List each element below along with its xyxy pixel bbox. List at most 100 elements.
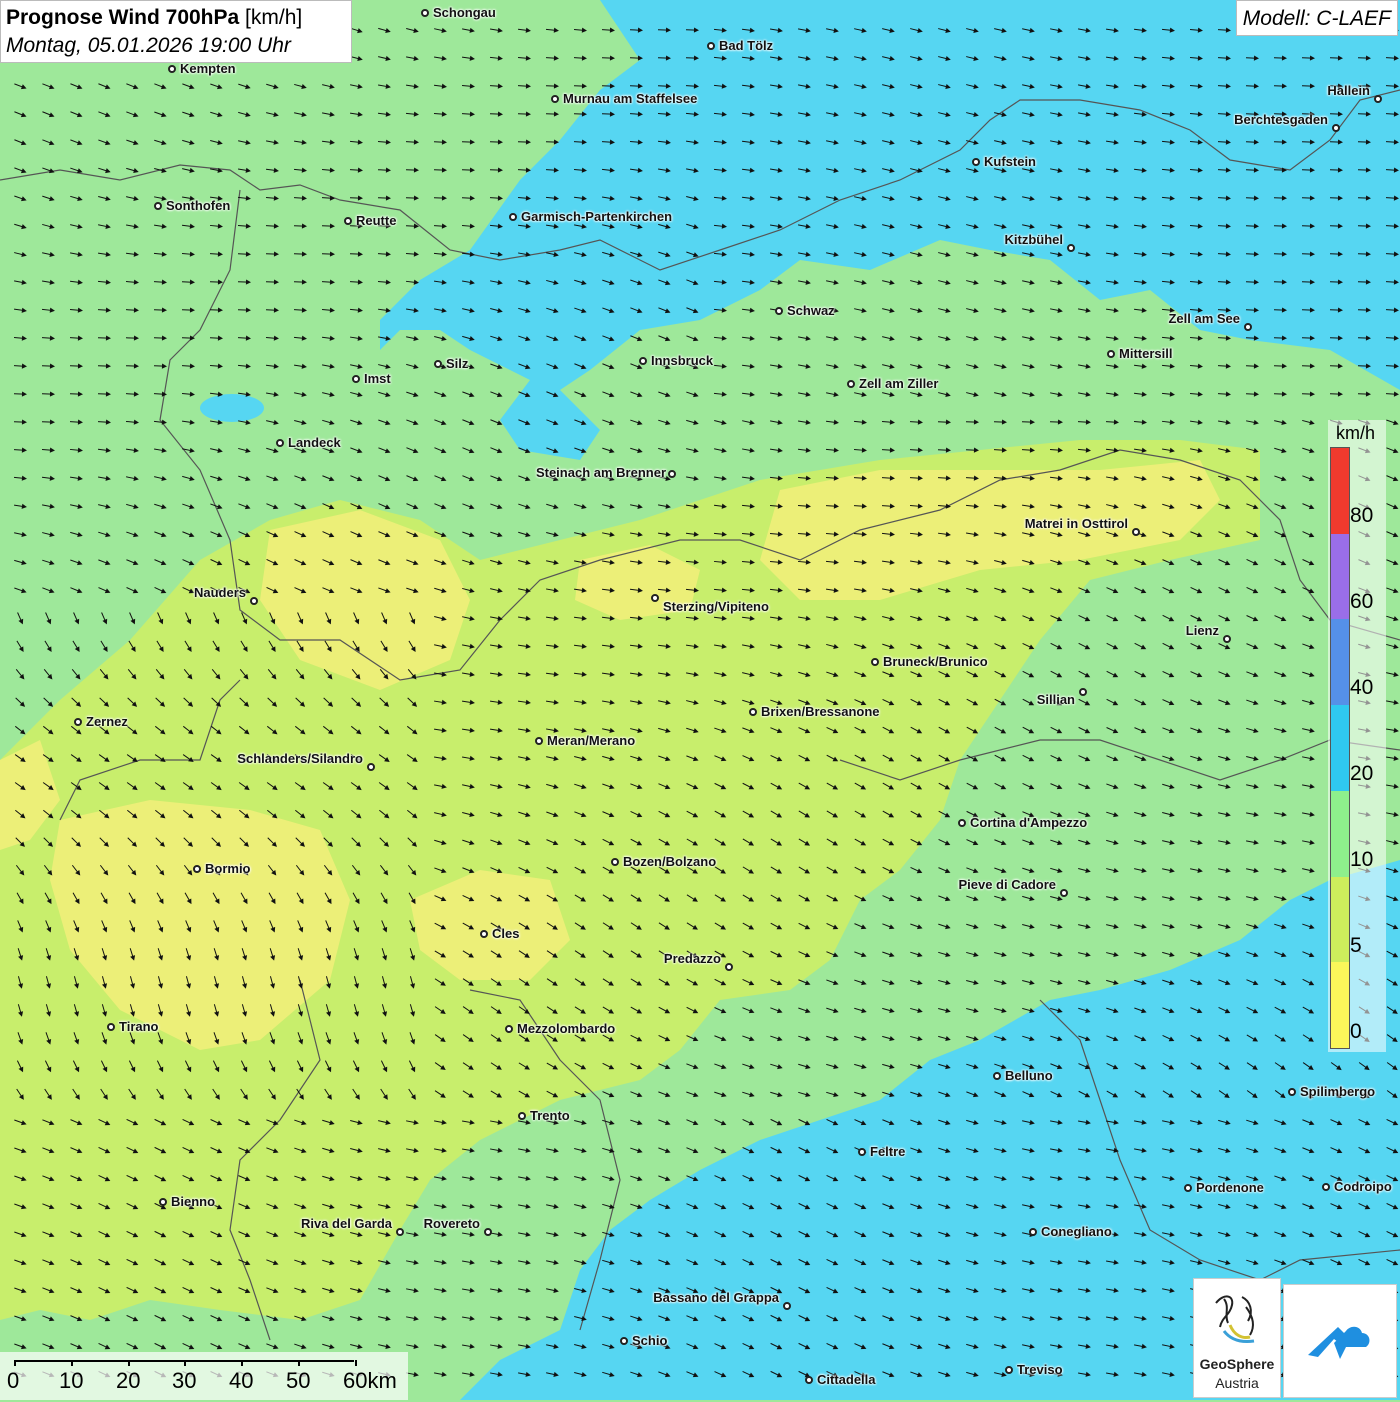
geosphere-emblem-icon [1194, 1281, 1280, 1357]
city-marker-icon[interactable] [1005, 1366, 1013, 1374]
map-title-main: Prognose Wind 700hPa [6, 6, 239, 29]
city-marker-icon[interactable] [551, 95, 559, 103]
city-marker-icon[interactable] [168, 65, 176, 73]
city-marker-icon[interactable] [749, 708, 757, 716]
city-label: Zell am Ziller [859, 376, 938, 391]
city-marker-icon[interactable] [367, 763, 375, 771]
city-label: Innsbruck [651, 353, 713, 368]
city-marker-icon[interactable] [344, 217, 352, 225]
city-label: Bormio [205, 861, 251, 876]
city-marker-icon[interactable] [352, 375, 360, 383]
city-marker-icon[interactable] [535, 737, 543, 745]
city-label: Hallein [1327, 83, 1370, 98]
city-marker-icon[interactable] [505, 1025, 513, 1033]
city-marker-icon[interactable] [1060, 889, 1068, 897]
city-label: Schio [632, 1333, 667, 1348]
city-marker-icon[interactable] [871, 658, 879, 666]
city-marker-icon[interactable] [518, 1112, 526, 1120]
city-marker-icon[interactable] [620, 1337, 628, 1345]
city-label: Sonthofen [166, 198, 230, 213]
city-marker-icon[interactable] [805, 1376, 813, 1384]
city-label: Bruneck/Brunico [883, 654, 988, 669]
city-label: Matrei in Osttirol [1025, 516, 1128, 531]
city-marker-icon[interactable] [1132, 528, 1140, 536]
scale-label: 30 [172, 1368, 196, 1394]
city-marker-icon[interactable] [480, 930, 488, 938]
city-marker-icon[interactable] [484, 1228, 492, 1236]
city-label: Brixen/Bressanone [761, 704, 880, 719]
city-label: Riva del Garda [301, 1216, 392, 1231]
city-marker-icon[interactable] [725, 963, 733, 971]
legend-tick-label: 40 [1350, 676, 1373, 700]
city-marker-icon[interactable] [707, 42, 715, 50]
city-marker-icon[interactable] [1067, 244, 1075, 252]
city-label: Cittadella [817, 1372, 876, 1387]
scale-label: 10 [59, 1368, 83, 1394]
city-marker-icon[interactable] [639, 357, 647, 365]
scale-tick [71, 1360, 73, 1366]
city-label: Bozen/Bolzano [623, 854, 716, 869]
city-marker-icon[interactable] [154, 202, 162, 210]
city-marker-icon[interactable] [651, 594, 659, 602]
scale-tick [14, 1360, 16, 1366]
city-marker-icon[interactable] [1079, 688, 1087, 696]
city-marker-icon[interactable] [434, 360, 442, 368]
city-marker-icon[interactable] [509, 213, 517, 221]
city-marker-icon[interactable] [668, 470, 676, 478]
city-label: Kufstein [984, 154, 1036, 169]
legend-swatch [1331, 705, 1349, 791]
city-marker-icon[interactable] [958, 819, 966, 827]
legend-swatch [1331, 877, 1349, 963]
city-label: Cles [492, 926, 519, 941]
city-marker-icon[interactable] [1322, 1183, 1330, 1191]
city-marker-icon[interactable] [276, 439, 284, 447]
logo-text-austria: Austria [1194, 1375, 1280, 1391]
city-marker-icon[interactable] [1107, 350, 1115, 358]
city-marker-icon[interactable] [611, 858, 619, 866]
city-label: Berchtesgaden [1234, 112, 1328, 127]
legend-tick-label: 20 [1350, 762, 1373, 786]
city-label: Codroipo [1334, 1179, 1392, 1194]
city-label: Predazzo [664, 951, 721, 966]
model-label: Modell: C-LAEF [1236, 0, 1398, 36]
city-label: Schwaz [787, 303, 835, 318]
city-marker-icon[interactable] [421, 9, 429, 17]
geosphere-logo[interactable]: GeoSphere Austria [1193, 1278, 1281, 1398]
map-title-unit: [km/h] [245, 6, 302, 29]
app-logo[interactable] [1283, 1284, 1397, 1398]
city-marker-icon[interactable] [396, 1228, 404, 1236]
city-label: Treviso [1017, 1362, 1063, 1377]
city-marker-icon[interactable] [1288, 1088, 1296, 1096]
city-label: Bassano del Grappa [653, 1290, 779, 1305]
city-marker-icon[interactable] [775, 307, 783, 315]
city-marker-icon[interactable] [1029, 1228, 1037, 1236]
city-marker-icon[interactable] [74, 718, 82, 726]
city-marker-icon[interactable] [159, 1198, 167, 1206]
city-label: Spilimbergo [1300, 1084, 1375, 1099]
city-marker-icon[interactable] [1244, 323, 1252, 331]
city-label: Tirano [119, 1019, 159, 1034]
city-label: Schlanders/Silandro [237, 751, 363, 766]
scale-bar: 0102030405060km [0, 1352, 408, 1400]
scale-tick [128, 1360, 130, 1366]
city-marker-icon[interactable] [972, 158, 980, 166]
city-label: Reutte [356, 213, 396, 228]
city-marker-icon[interactable] [107, 1023, 115, 1031]
scale-tick [184, 1360, 186, 1366]
city-marker-icon[interactable] [783, 1302, 791, 1310]
city-marker-icon[interactable] [993, 1072, 1001, 1080]
fresh-wind-patch-west [200, 394, 264, 422]
city-marker-icon[interactable] [250, 597, 258, 605]
legend-tick-label: 10 [1350, 848, 1373, 872]
city-marker-icon[interactable] [1184, 1184, 1192, 1192]
city-marker-icon[interactable] [1223, 635, 1231, 643]
legend-tick-label: 60 [1350, 590, 1373, 614]
city-marker-icon[interactable] [847, 380, 855, 388]
legend-swatch [1331, 534, 1349, 620]
title-box: Prognose Wind 700hPa [km/h] Montag, 05.0… [0, 0, 352, 63]
city-label: Kitzbühel [1005, 232, 1064, 247]
city-marker-icon[interactable] [193, 865, 201, 873]
city-marker-icon[interactable] [1374, 95, 1382, 103]
city-marker-icon[interactable] [858, 1148, 866, 1156]
city-marker-icon[interactable] [1332, 124, 1340, 132]
